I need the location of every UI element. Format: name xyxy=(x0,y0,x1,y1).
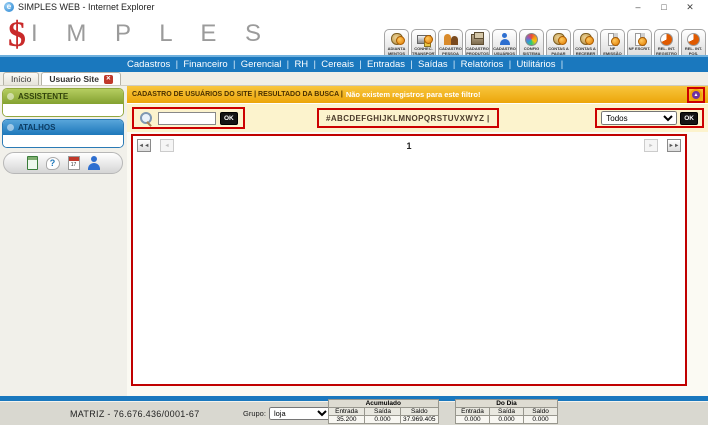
atalhos-header[interactable]: ATALHOS xyxy=(3,120,123,135)
moneybag-clock-icon xyxy=(391,33,403,45)
people-icon xyxy=(444,33,458,45)
menu-item-utilitarios[interactable]: Utilitários xyxy=(516,59,568,70)
internet-explorer-icon: e xyxy=(4,2,14,12)
products-icon xyxy=(471,34,484,45)
pagination-bar: ◄◄ ◄ 1 ► ►► xyxy=(137,139,681,153)
menu-item-relatorios[interactable]: Relatórios xyxy=(461,59,517,70)
search-group: OK xyxy=(132,107,245,129)
left-sidebar: ASSISTENTE ATALHOS 17 xyxy=(0,86,127,396)
bullet-icon xyxy=(7,124,14,131)
menu-item-gerencial[interactable]: Gerencial xyxy=(241,59,295,70)
acumulado-entrada-value: 35.200 xyxy=(329,416,365,424)
main-content: CADASTRO DE USUÁRIOS DO SITE | RESULTADO… xyxy=(127,86,708,396)
user-icon xyxy=(499,33,511,45)
section-header-bar: CADASTRO DE USUÁRIOS DO SITE | RESULTADO… xyxy=(127,86,708,104)
grupo-control: Grupo: loja xyxy=(243,407,331,420)
filter-band: OK #ABCDEFGHIJKLMNOPQRSTUVXWYZ | Todos O… xyxy=(127,104,708,132)
acumulado-saida-value: 0.000 xyxy=(365,416,401,424)
filter-select[interactable]: Todos xyxy=(601,111,677,125)
acumulado-saldo-value: 37.969.405 xyxy=(401,416,439,424)
menu-item-entradas[interactable]: Entradas xyxy=(367,59,418,70)
tab-usuario-site[interactable]: Usuario Site ✕ xyxy=(41,72,121,85)
tab-inicio[interactable]: Início xyxy=(3,72,39,85)
acumulado-header-saida: Saída xyxy=(365,408,401,416)
dodia-header-saldo: Saldo xyxy=(524,408,558,416)
maximize-button[interactable]: □ xyxy=(658,2,670,13)
add-record-button[interactable]: ▲ xyxy=(690,89,702,101)
dodia-saldo-value: 0.000 xyxy=(524,416,558,424)
simples-logo: $ I M P L E S xyxy=(8,16,272,52)
results-area: ◄◄ ◄ 1 ► ►► xyxy=(131,134,687,386)
sidebar-icon-tray: 17 xyxy=(3,152,123,174)
dodia-saida-value: 0.000 xyxy=(490,416,524,424)
pie-chart-icon xyxy=(687,33,700,46)
dollar-logo-glyph: $ xyxy=(8,16,26,52)
filter-group: Todos OK xyxy=(595,108,704,128)
window-controls: – □ ✕ xyxy=(632,2,704,13)
document-arrow-icon xyxy=(635,33,645,46)
company-identifier: MATRIZ - 76.676.436/0001-67 xyxy=(70,409,200,419)
atalhos-body xyxy=(3,135,123,147)
acumulado-header-saldo: Saldo xyxy=(401,408,439,416)
title-bar: e SIMPLES WEB - Internet Explorer – □ ✕ xyxy=(0,0,708,14)
menu-item-cereais[interactable]: Cereais xyxy=(321,59,367,70)
menu-item-cadastros[interactable]: Cadastros xyxy=(127,59,183,70)
add-record-annotation-box: ▲ xyxy=(687,87,705,103)
menu-item-financeiro[interactable]: Financeiro xyxy=(183,59,240,70)
search-ok-button[interactable]: OK xyxy=(220,112,238,125)
brand-name: I M P L E S xyxy=(31,20,272,48)
dodia-table: Do Dia Entrada Saída Saldo 0.000 0.000 0… xyxy=(455,399,558,424)
section-title: CADASTRO DE USUÁRIOS DO SITE | RESULTADO… xyxy=(132,91,343,98)
grupo-label: Grupo: xyxy=(243,409,266,418)
user-icon[interactable] xyxy=(88,156,100,170)
truck-icon xyxy=(417,35,431,44)
calendar-icon[interactable]: 17 xyxy=(68,156,80,170)
assistente-body xyxy=(3,104,123,116)
status-bar: MATRIZ - 76.676.436/0001-67 Grupo: loja … xyxy=(0,401,708,425)
alphabet-filter[interactable]: #ABCDEFGHIJKLMNOPQRSTUVXWYZ | xyxy=(317,108,499,128)
minimize-button[interactable]: – xyxy=(632,2,644,13)
acumulado-header-entrada: Entrada xyxy=(329,408,365,416)
no-records-message: Não existem registros para este filtro! xyxy=(346,90,481,99)
main-menu-bar: Cadastros Financeiro Gerencial RH Cereai… xyxy=(0,55,708,72)
pie-chart-icon xyxy=(660,33,673,46)
dodia-header-saida: Saída xyxy=(490,408,524,416)
dodia-title: Do Dia xyxy=(456,400,558,408)
atalhos-panel: ATALHOS xyxy=(2,119,124,148)
grupo-select[interactable]: loja xyxy=(269,407,331,420)
dodia-header-entrada: Entrada xyxy=(456,408,490,416)
tab-bar: Início Usuario Site ✕ xyxy=(0,72,708,86)
menu-item-saidas[interactable]: Saídas xyxy=(418,59,461,70)
next-page-button[interactable]: ► xyxy=(644,139,658,152)
last-page-button[interactable]: ►► xyxy=(667,139,681,152)
bullet-icon xyxy=(7,93,14,100)
calculator-icon[interactable] xyxy=(27,156,38,170)
close-button[interactable]: ✕ xyxy=(684,2,696,13)
document-plus-icon xyxy=(608,33,618,46)
assistente-header[interactable]: ASSISTENTE xyxy=(3,89,123,104)
assistente-panel: ASSISTENTE xyxy=(2,88,124,117)
search-icon[interactable] xyxy=(139,111,154,126)
moneybag-plus-icon xyxy=(580,33,592,45)
page-number: 1 xyxy=(137,141,681,151)
filter-ok-button[interactable]: OK xyxy=(680,112,698,125)
help-icon[interactable] xyxy=(46,157,60,170)
window-title: SIMPLES WEB - Internet Explorer xyxy=(18,2,155,12)
acumulado-title: Acumulado xyxy=(329,400,439,408)
app-header: $ I M P L E S ADIANTA MENTOS CONHEC. TRA… xyxy=(0,14,708,55)
moneybag-plus-icon xyxy=(553,33,565,45)
acumulado-table: Acumulado Entrada Saída Saldo 35.200 0.0… xyxy=(328,399,439,424)
menu-item-rh[interactable]: RH xyxy=(294,59,321,70)
palette-icon xyxy=(525,33,538,46)
tab-close-icon[interactable]: ✕ xyxy=(104,75,113,84)
dodia-entrada-value: 0.000 xyxy=(456,416,490,424)
search-input[interactable] xyxy=(158,112,216,125)
